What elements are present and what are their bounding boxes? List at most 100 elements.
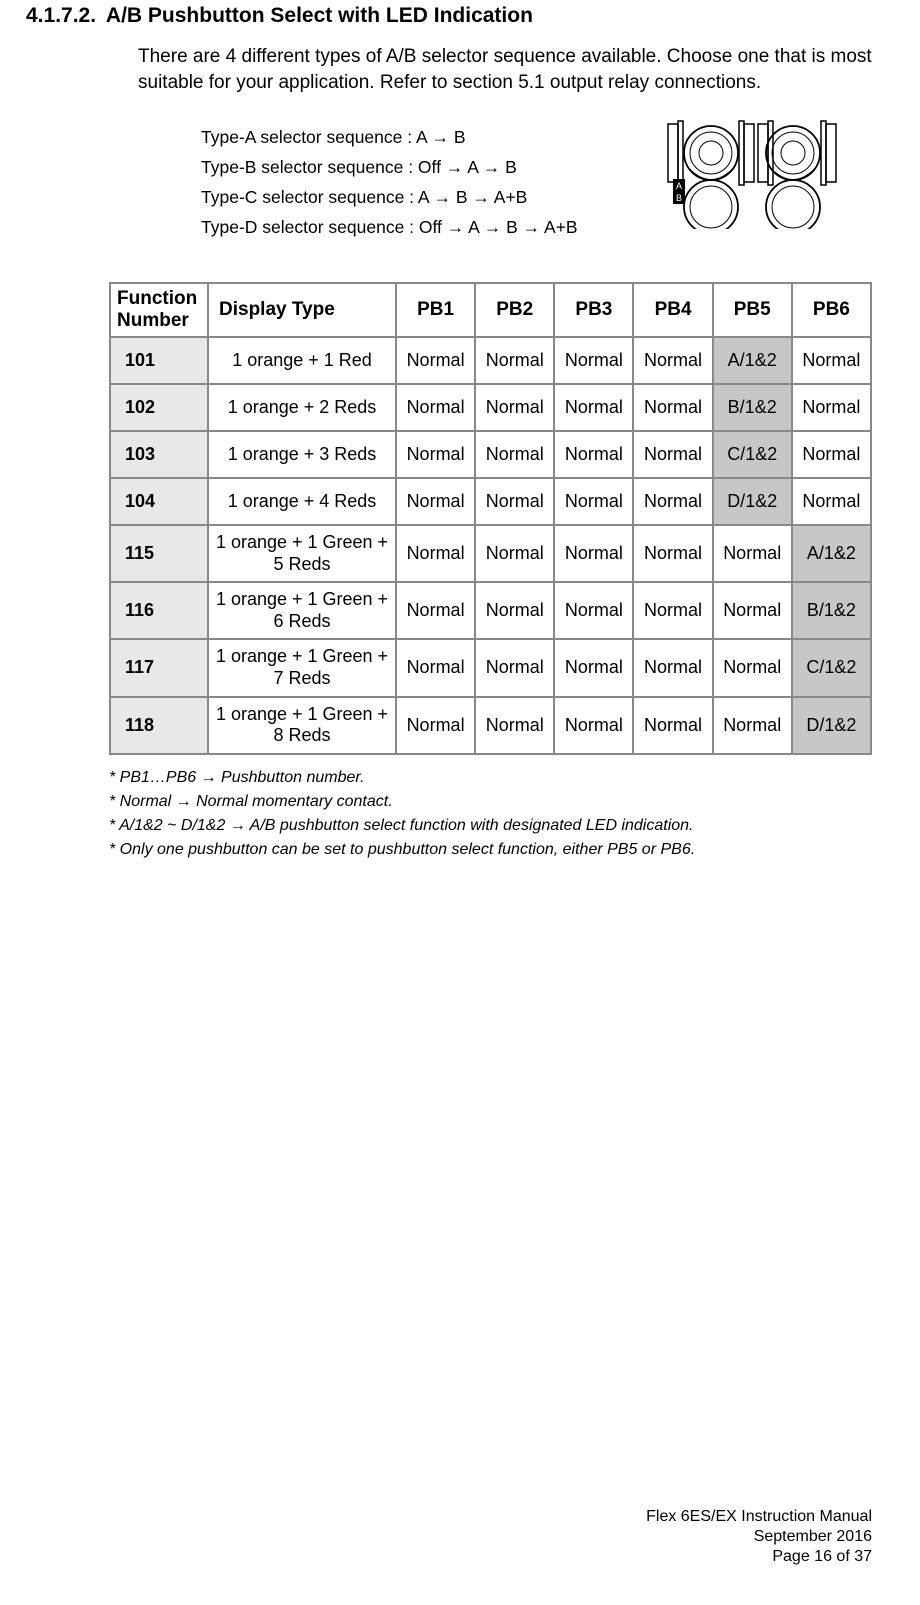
intro-text: There are 4 different types of A/B selec…: [138, 44, 872, 95]
header-pb4: PB4: [633, 283, 712, 337]
pb-cell: Normal: [475, 697, 554, 754]
footnote-3: * A/1&2 ~ D/1&2 → A/B pushbutton select …: [109, 817, 872, 835]
pb-cell: Normal: [713, 525, 792, 582]
pb-cell: Normal: [792, 384, 871, 431]
pb-cell: Normal: [475, 639, 554, 696]
pb-cell: Normal: [554, 478, 633, 525]
section-number: 4.1.7.2.: [26, 4, 96, 27]
function-number-cell: 118: [110, 697, 208, 754]
pb-cell: Normal: [396, 431, 475, 478]
pb-cell: Normal: [633, 337, 712, 384]
header-display-type: Display Type: [208, 283, 396, 337]
pb-cell: Normal: [633, 697, 712, 754]
pb-cell: Normal: [554, 582, 633, 639]
footer-page: Page 16 of 37: [646, 1547, 872, 1567]
pb-cell: Normal: [396, 337, 475, 384]
pb-cell: Normal: [475, 431, 554, 478]
sequences-container: Type-A selector sequence : A → B Type-B …: [201, 127, 872, 238]
table-row: 1031 orange + 3 RedsNormalNormalNormalNo…: [110, 431, 871, 478]
pb-cell: Normal: [396, 697, 475, 754]
table-row: 1011 orange + 1 RedNormalNormalNormalNor…: [110, 337, 871, 384]
table-row: 1161 orange + 1 Green + 6 RedsNormalNorm…: [110, 582, 871, 639]
pb-cell: Normal: [633, 639, 712, 696]
pb-cell: D/1&2: [792, 697, 871, 754]
pb-cell: Normal: [475, 582, 554, 639]
pb-cell: Normal: [396, 582, 475, 639]
header-pb6: PB6: [792, 283, 871, 337]
pb-cell: B/1&2: [713, 384, 792, 431]
display-type-cell: 1 orange + 4 Reds: [208, 478, 396, 525]
pb-cell: Normal: [554, 384, 633, 431]
pb-cell: B/1&2: [792, 582, 871, 639]
footnotes: * PB1…PB6 → Pushbutton number. * Normal …: [109, 769, 872, 859]
function-number-cell: 115: [110, 525, 208, 582]
pb-cell: Normal: [396, 478, 475, 525]
pb-cell: Normal: [554, 525, 633, 582]
footnote-2: * Normal → Normal momentary contact.: [109, 793, 872, 811]
function-number-cell: 101: [110, 337, 208, 384]
table-row: 1181 orange + 1 Green + 8 RedsNormalNorm…: [110, 697, 871, 754]
pb-cell: Normal: [633, 384, 712, 431]
pb-cell: Normal: [633, 431, 712, 478]
pb-cell: Normal: [633, 582, 712, 639]
section-title: 4.1.7.2. A/B Pushbutton Select with LED …: [26, 4, 872, 28]
display-type-cell: 1 orange + 1 Green + 8 Reds: [208, 697, 396, 754]
pb-cell: Normal: [475, 384, 554, 431]
pb-cell: C/1&2: [713, 431, 792, 478]
pb-cell: Normal: [475, 478, 554, 525]
function-table: Function Number Display Type PB1 PB2 PB3…: [109, 282, 872, 754]
pb-cell: Normal: [475, 337, 554, 384]
display-type-cell: 1 orange + 1 Green + 7 Reds: [208, 639, 396, 696]
pb-cell: Normal: [554, 697, 633, 754]
pb-cell: Normal: [554, 431, 633, 478]
pb-cell: Normal: [396, 639, 475, 696]
pb-cell: A/1&2: [713, 337, 792, 384]
pb-cell: A/1&2: [792, 525, 871, 582]
footnote-1: * PB1…PB6 → Pushbutton number.: [109, 769, 872, 787]
display-type-cell: 1 orange + 1 Green + 6 Reds: [208, 582, 396, 639]
table-header-row: Function Number Display Type PB1 PB2 PB3…: [110, 283, 871, 337]
function-number-cell: 104: [110, 478, 208, 525]
header-pb3: PB3: [554, 283, 633, 337]
footer-manual: Flex 6ES/EX Instruction Manual: [646, 1507, 872, 1527]
display-type-cell: 1 orange + 1 Red: [208, 337, 396, 384]
pb-cell: Normal: [396, 525, 475, 582]
table-row: 1151 orange + 1 Green + 5 RedsNormalNorm…: [110, 525, 871, 582]
table-row: 1041 orange + 4 RedsNormalNormalNormalNo…: [110, 478, 871, 525]
page-footer: Flex 6ES/EX Instruction Manual September…: [646, 1507, 872, 1567]
function-number-cell: 117: [110, 639, 208, 696]
function-number-cell: 102: [110, 384, 208, 431]
pb-cell: Normal: [633, 525, 712, 582]
display-type-cell: 1 orange + 3 Reds: [208, 431, 396, 478]
pb-cell: Normal: [792, 431, 871, 478]
pb-cell: Normal: [396, 384, 475, 431]
display-type-cell: 1 orange + 1 Green + 5 Reds: [208, 525, 396, 582]
pb-cell: C/1&2: [792, 639, 871, 696]
display-type-cell: 1 orange + 2 Reds: [208, 384, 396, 431]
pb-cell: Normal: [554, 337, 633, 384]
pb-cell: Normal: [554, 639, 633, 696]
footnote-4: * Only one pushbutton can be set to push…: [109, 841, 872, 859]
header-pb5: PB5: [713, 283, 792, 337]
svg-text:A: A: [676, 181, 682, 191]
header-function-number: Function Number: [110, 283, 208, 337]
pb-cell: Normal: [713, 582, 792, 639]
pb-cell: Normal: [633, 478, 712, 525]
function-table-container: Function Number Display Type PB1 PB2 PB3…: [109, 282, 872, 754]
pb-cell: Normal: [475, 525, 554, 582]
function-number-cell: 116: [110, 582, 208, 639]
function-number-cell: 103: [110, 431, 208, 478]
pushbutton-diagram-icon: A B: [662, 119, 842, 234]
table-row: 1171 orange + 1 Green + 7 RedsNormalNorm…: [110, 639, 871, 696]
header-pb1: PB1: [396, 283, 475, 337]
table-row: 1021 orange + 2 RedsNormalNormalNormalNo…: [110, 384, 871, 431]
pb-cell: Normal: [713, 697, 792, 754]
footer-date: September 2016: [646, 1527, 872, 1547]
pb-cell: Normal: [792, 478, 871, 525]
pb-cell: D/1&2: [713, 478, 792, 525]
pb-cell: Normal: [713, 639, 792, 696]
header-pb2: PB2: [475, 283, 554, 337]
pb-cell: Normal: [792, 337, 871, 384]
section-heading: A/B Pushbutton Select with LED Indicatio…: [106, 4, 533, 27]
svg-text:B: B: [676, 193, 682, 203]
